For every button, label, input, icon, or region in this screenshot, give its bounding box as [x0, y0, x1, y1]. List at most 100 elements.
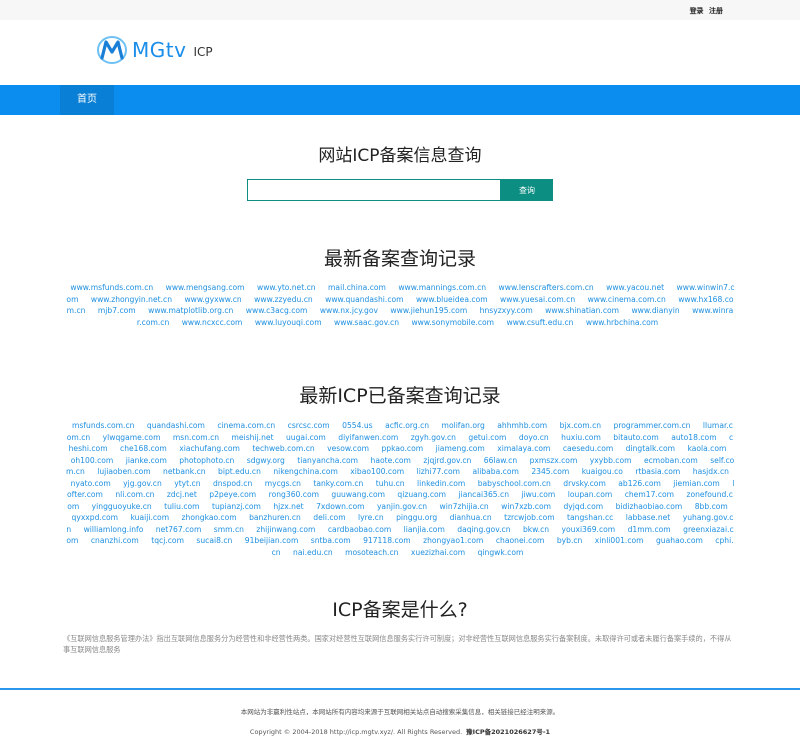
record-link[interactable]: tanky.com.cn — [313, 479, 363, 488]
record-link[interactable]: 917118.com — [363, 536, 411, 545]
record-link[interactable]: mjb7.com — [98, 306, 136, 315]
record-link[interactable]: bidizhaobiao.com — [616, 502, 683, 511]
record-link[interactable]: www.blueidea.com — [416, 295, 488, 304]
record-link[interactable]: 2345.com — [531, 467, 569, 476]
record-link[interactable]: bipt.edu.cn — [218, 467, 261, 476]
record-link[interactable]: tianyancha.com — [297, 456, 358, 465]
record-link[interactable]: xuezizhai.com — [411, 548, 465, 557]
record-link[interactable]: www.gyxww.cn — [184, 295, 241, 304]
record-link[interactable]: win7xzb.com — [501, 502, 551, 511]
record-link[interactable]: 66law.cn — [484, 456, 517, 465]
record-link[interactable]: smm.cn — [214, 525, 244, 534]
record-link[interactable]: www.yacou.net — [606, 283, 664, 292]
record-link[interactable]: pxmszx.com — [530, 456, 578, 465]
record-link[interactable]: sdgwy.org — [247, 456, 285, 465]
record-link[interactable]: auto18.com — [671, 433, 716, 442]
record-link[interactable]: www.sonymobile.com — [411, 318, 494, 327]
record-link[interactable]: xiachufang.com — [179, 444, 240, 453]
site-logo[interactable]: MGtv ICP — [96, 34, 213, 66]
record-link[interactable]: caesedu.com — [563, 444, 613, 453]
record-link[interactable]: ytyt.cn — [174, 479, 200, 488]
record-link[interactable]: yxybb.com — [590, 456, 632, 465]
record-link[interactable]: nikengchina.com — [273, 467, 338, 476]
record-link[interactable]: www.yuesai.com.cn — [500, 295, 575, 304]
record-link[interactable]: ab126.com — [618, 479, 661, 488]
record-link[interactable]: www.msfunds.com.cn — [70, 283, 153, 292]
record-link[interactable]: bitauto.com — [613, 433, 659, 442]
nav-item-home[interactable]: 首页 — [60, 85, 114, 115]
record-link[interactable]: byb.cn — [557, 536, 583, 545]
record-link[interactable]: www.matplotlib.org.cn — [148, 306, 233, 315]
record-link[interactable]: ecmoban.com — [644, 456, 698, 465]
record-link[interactable]: huxiu.com — [561, 433, 601, 442]
record-link[interactable]: xinli001.com — [595, 536, 644, 545]
record-link[interactable]: msfunds.com.cn — [72, 421, 134, 430]
record-link[interactable]: 0554.us — [342, 421, 373, 430]
record-link[interactable]: loupan.com — [568, 490, 613, 499]
record-link[interactable]: qizuang.com — [397, 490, 446, 499]
record-link[interactable]: drvsky.com — [563, 479, 606, 488]
record-link[interactable]: qyxxpd.com — [72, 513, 119, 522]
record-link[interactable]: jianke.com — [126, 456, 167, 465]
record-link[interactable]: jiancai365.cn — [459, 490, 510, 499]
record-link[interactable]: babyschool.com.cn — [478, 479, 551, 488]
record-link[interactable]: hnsyzxyy.com — [480, 306, 533, 315]
record-link[interactable]: acfic.org.cn — [385, 421, 429, 430]
record-link[interactable]: yjg.gov.cn — [123, 479, 162, 488]
record-link[interactable]: youxi369.com — [562, 525, 616, 534]
record-link[interactable]: vesow.com — [327, 444, 369, 453]
record-link[interactable]: mycgs.cn — [265, 479, 301, 488]
record-link[interactable]: nli.com.cn — [115, 490, 154, 499]
record-link[interactable]: www.luyouqi.com — [255, 318, 322, 327]
record-link[interactable]: guahao.com — [656, 536, 703, 545]
record-link[interactable]: quandashi.com — [147, 421, 205, 430]
record-link[interactable]: techweb.com.cn — [252, 444, 314, 453]
record-link[interactable]: jiwu.com — [521, 490, 555, 499]
record-link[interactable]: www.csuft.edu.cn — [507, 318, 574, 327]
record-link[interactable]: alibaba.com — [472, 467, 518, 476]
record-link[interactable]: guuwang.com — [331, 490, 385, 499]
record-link[interactable]: zjqjrd.gov.cn — [423, 456, 471, 465]
record-link[interactable]: ahhmhb.com — [497, 421, 547, 430]
record-link[interactable]: sucai8.cn — [196, 536, 232, 545]
record-link[interactable]: williamlong.info — [84, 525, 144, 534]
record-link[interactable]: rtbasia.com — [635, 467, 680, 476]
record-link[interactable]: tupianzj.com — [212, 502, 261, 511]
record-link[interactable]: nyato.com — [71, 479, 111, 488]
record-link[interactable]: tzrcwjob.com — [504, 513, 555, 522]
record-link[interactable]: lianjia.com — [404, 525, 445, 534]
record-link[interactable]: sntba.com — [311, 536, 351, 545]
record-link[interactable]: tangshan.cc — [567, 513, 613, 522]
record-link[interactable]: cardbaobao.com — [328, 525, 391, 534]
record-link[interactable]: yingguoyuke.cn — [92, 502, 152, 511]
record-link[interactable]: ylwqgame.com — [103, 433, 161, 442]
record-link[interactable]: www.hrbchina.com — [586, 318, 658, 327]
record-link[interactable]: qingwk.com — [478, 548, 524, 557]
record-link[interactable]: www.nx.jcy.gov — [320, 306, 378, 315]
record-link[interactable]: oh100.com — [71, 456, 114, 465]
record-link[interactable]: zhongkao.com — [182, 513, 237, 522]
record-link[interactable]: www.saac.gov.cn — [334, 318, 399, 327]
record-link[interactable]: 8bb.com — [695, 502, 728, 511]
record-link[interactable]: netbank.cn — [163, 467, 206, 476]
record-link[interactable]: p2peye.com — [209, 490, 256, 499]
record-link[interactable]: www.yto.net.cn — [257, 283, 316, 292]
record-link[interactable]: dianhua.cn — [450, 513, 492, 522]
record-link[interactable]: hjzx.net — [273, 502, 303, 511]
record-link[interactable]: kuaiji.com — [131, 513, 170, 522]
record-link[interactable]: zhongyao1.com — [423, 536, 483, 545]
record-link[interactable]: csrcsc.com — [288, 421, 330, 430]
record-link[interactable]: 7xdown.com — [316, 502, 364, 511]
search-button[interactable]: 查询 — [501, 179, 553, 201]
record-link[interactable]: www.dianyin — [631, 306, 679, 315]
record-link[interactable]: win7zhijia.cn — [440, 502, 489, 511]
record-link[interactable]: www.ncxcc.com — [182, 318, 243, 327]
record-link[interactable]: diyifanwen.com — [338, 433, 398, 442]
record-link[interactable]: d1mm.com — [628, 525, 671, 534]
record-link[interactable]: chem17.com — [625, 490, 674, 499]
record-link[interactable]: www.shinatian.com — [545, 306, 619, 315]
record-link[interactable]: chaonei.com — [496, 536, 545, 545]
record-link[interactable]: programmer.com.cn — [614, 421, 691, 430]
record-link[interactable]: 91beijian.com — [245, 536, 299, 545]
record-link[interactable]: mosoteach.cn — [345, 548, 398, 557]
